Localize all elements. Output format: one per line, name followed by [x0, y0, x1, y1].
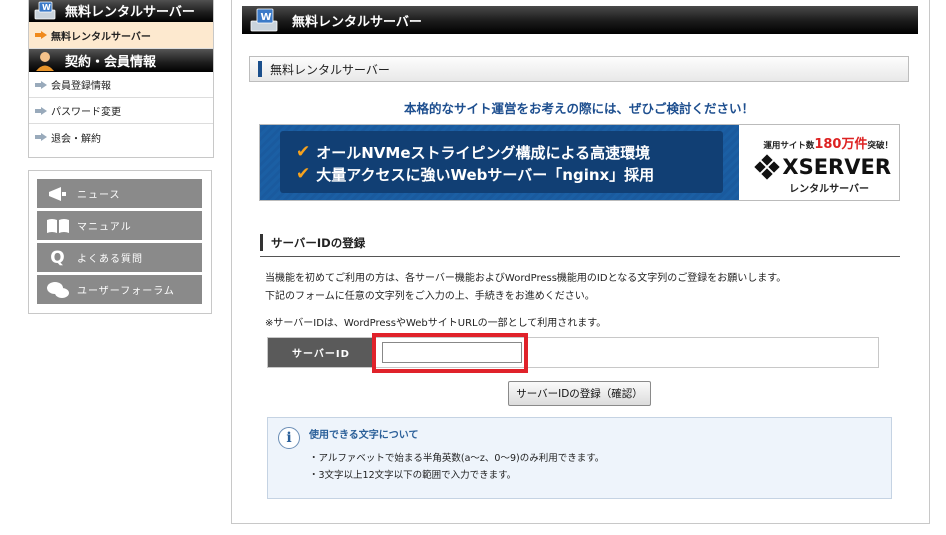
sidebar-item-withdraw[interactable]: 退会・解約	[29, 124, 213, 150]
banner-line: ✔ オールNVMeストライピング構成による高速環境	[296, 141, 723, 163]
sidebar-link-news[interactable]: ニュース	[37, 179, 202, 208]
arrow-right-icon	[35, 31, 47, 39]
main-panel: W 無料レンタルサーバー 無料レンタルサーバー 本格的なサイト運営をお考えの際に…	[231, 0, 930, 524]
sidebar-menu: W 無料レンタルサーバー 無料レンタルサーバー 契約・会員情報 会員登録情報 パ…	[28, 0, 214, 158]
diamond-logo-icon	[754, 154, 781, 180]
sidebar-link-label: よくある質問	[77, 254, 143, 265]
sub-header-title: 無料レンタルサーバー	[270, 62, 390, 77]
arrow-right-icon	[35, 80, 47, 89]
info-title: 使用できる文字について	[309, 430, 419, 441]
banner-text-panel: ✔ オールNVMeストライピング構成による高速環境 ✔ 大量アクセスに強いWeb…	[280, 131, 723, 193]
sidebar-item-password-change[interactable]: パスワード変更	[29, 98, 213, 124]
sidebar-link-label: ユーザーフォーラム	[77, 286, 175, 297]
register-server-id-button[interactable]: サーバーIDの登録（確認）	[508, 381, 651, 406]
svg-text:W: W	[261, 12, 272, 23]
check-icon: ✔	[296, 164, 311, 184]
sidebar-section-title: 無料レンタルサーバー	[65, 5, 195, 20]
description-line: 当機能を初めてご利用の方は、各サーバー機能およびWordPress機能用のIDと…	[265, 273, 787, 284]
info-box: i 使用できる文字について ・アルファベットで始まる半角英数(a～z、0～9)の…	[267, 417, 892, 499]
sidebar-item-label: 無料レンタルサーバー	[51, 31, 151, 43]
book-icon	[45, 216, 71, 236]
xserver-ad-banner[interactable]: ✔ オールNVMeストライピング構成による高速環境 ✔ 大量アクセスに強いWeb…	[259, 124, 900, 201]
info-icon: i	[278, 427, 300, 449]
note-text: ※サーバーIDは、WordPressやWebサイトURLの一部として利用されます…	[265, 318, 607, 329]
server-id-label: サーバーID	[268, 338, 374, 367]
check-icon: ✔	[296, 142, 311, 162]
info-line: ・3文字以上12文字以下の範囲で入力できます。	[309, 470, 517, 481]
svg-text:W: W	[42, 3, 51, 12]
page-title: 無料レンタルサーバー	[292, 14, 422, 30]
sidebar-section-title: 契約・会員情報	[65, 55, 157, 70]
server-id-form-row: サーバーID	[267, 337, 879, 368]
sidebar-section-header-rental: W 無料レンタルサーバー	[29, 0, 213, 22]
sidebar-item-free-rental-server[interactable]: 無料レンタルサーバー	[29, 22, 213, 49]
description-line: 下記のフォームに任意の文字列をご入力の上、手続きをお進めください。	[265, 291, 595, 302]
server-id-input[interactable]	[382, 342, 522, 363]
logo-subtitle: レンタルサーバー	[789, 184, 869, 195]
banner-badge: 運用サイト数180万件突破！	[763, 137, 893, 152]
page-header: W 無料レンタルサーバー	[242, 6, 918, 34]
arrow-right-icon	[35, 106, 47, 115]
sidebar-item-label: パスワード変更	[51, 107, 121, 118]
server-icon: W	[33, 0, 59, 22]
sidebar-section-header-account: 契約・会員情報	[29, 49, 213, 72]
sidebar-link-manual[interactable]: マニュアル	[37, 211, 202, 240]
banner-line-text: 大量アクセスに強いWebサーバー「nginx」採用	[316, 165, 655, 184]
arrow-right-icon	[35, 133, 47, 141]
sidebar-item-label: 退会・解約	[51, 133, 101, 145]
banner-line-text: オールNVMeストライピング構成による高速環境	[316, 143, 651, 162]
sub-header: 無料レンタルサーバー	[249, 56, 909, 82]
sidebar-item-member-info[interactable]: 会員登録情報	[29, 72, 213, 98]
banner-logo-area: 運用サイト数180万件突破！ XSERVER レンタルサーバー	[739, 125, 899, 200]
sidebar-link-faq[interactable]: Q よくある質問	[37, 243, 202, 272]
chat-icon	[45, 280, 71, 300]
tagline: 本格的なサイト運営をお考えの際には、ぜひご検討ください！	[403, 101, 754, 116]
user-icon	[33, 50, 59, 72]
section-title: サーバーIDの登録	[260, 229, 900, 257]
sidebar-link-label: ニュース	[77, 190, 121, 201]
section-title-bar	[260, 234, 263, 251]
banner-line: ✔ 大量アクセスに強いWebサーバー「nginx」採用	[296, 163, 723, 185]
sidebar-item-label: 会員登録情報	[51, 81, 111, 92]
megaphone-icon	[45, 184, 71, 204]
question-icon: Q	[50, 247, 66, 268]
sidebar-link-forum[interactable]: ユーザーフォーラム	[37, 275, 202, 304]
info-line: ・アルファベットで始まる半角英数(a～z、0～9)のみ利用できます。	[309, 453, 605, 464]
xserver-logo: XSERVER	[754, 154, 891, 180]
server-icon: W	[248, 6, 284, 34]
sidebar-links: ニュース マニュアル Q よくある質問 ユーザーフォーラム	[28, 170, 212, 314]
sidebar-link-label: マニュアル	[77, 222, 132, 233]
sub-header-bar	[258, 61, 262, 77]
